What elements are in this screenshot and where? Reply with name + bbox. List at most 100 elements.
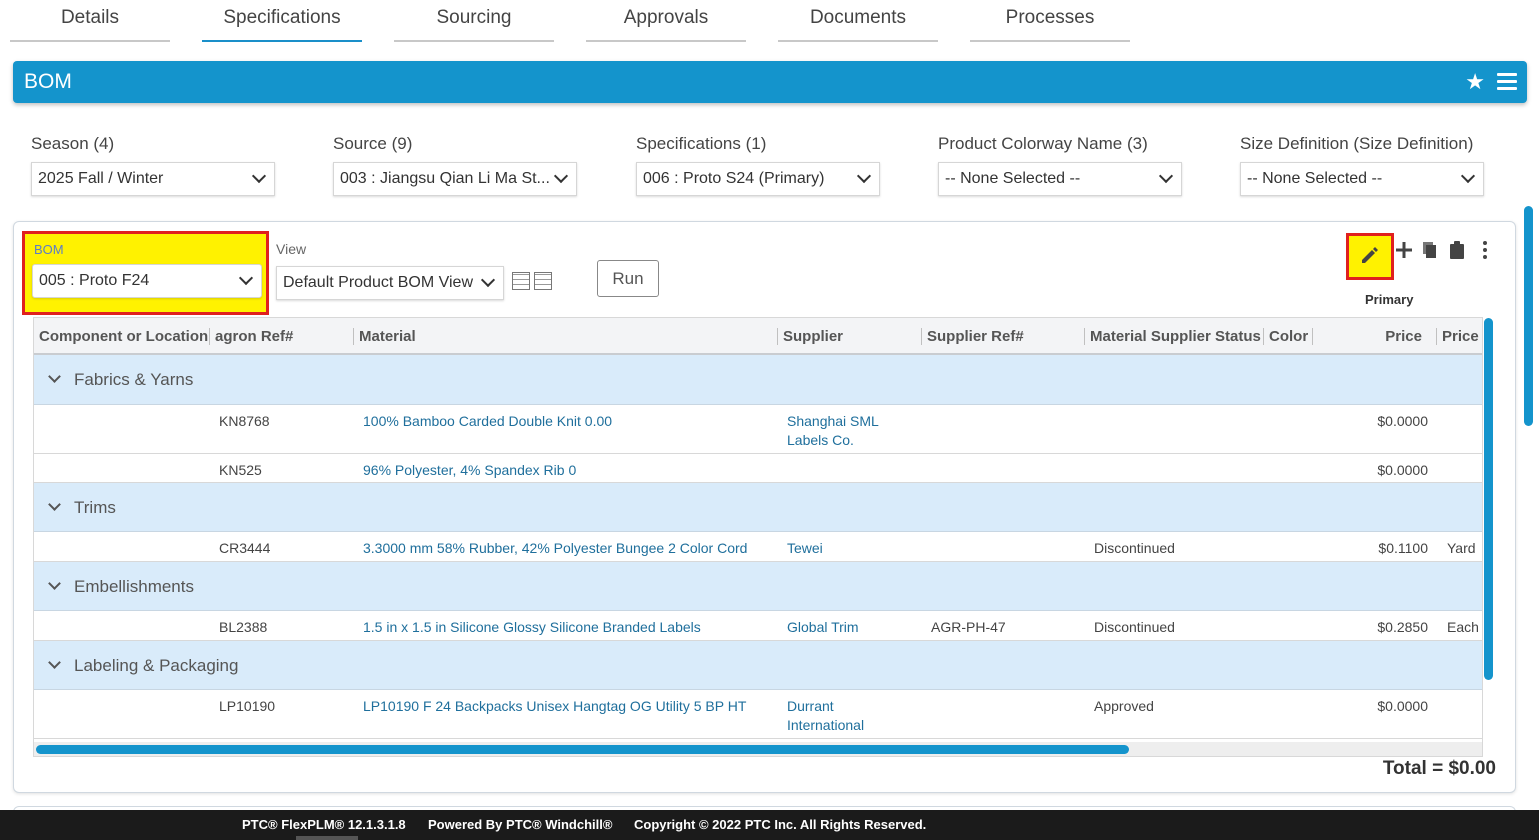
status-cell: Discontinued — [1094, 619, 1175, 635]
chevron-down-icon — [48, 498, 61, 511]
column-header[interactable]: Color — [1263, 328, 1308, 345]
view-value: Default Product BOM View — [283, 274, 474, 291]
supplier-line: Durrant — [787, 698, 834, 714]
material-link[interactable]: 96% Polyester, 4% Spandex Rib 0 — [363, 461, 576, 480]
price-cell: $0.0000 — [1377, 462, 1428, 478]
supplier-link[interactable]: Shanghai SML Labels Co. — [787, 412, 879, 450]
colorway-select[interactable]: -- None Selected -- — [938, 162, 1182, 196]
column-header[interactable]: Supplier — [777, 328, 843, 345]
more-options-icon[interactable] — [1475, 240, 1495, 260]
table-row[interactable]: KN525 96% Polyester, 4% Spandex Rib 0 $0… — [34, 454, 1482, 483]
edit-grid-icon[interactable] — [534, 272, 552, 290]
pencil-icon[interactable] — [1360, 245, 1380, 265]
copy-icon[interactable] — [1420, 240, 1440, 260]
bom-header-title: BOM — [24, 70, 72, 93]
group-header-trims[interactable]: Trims — [34, 483, 1482, 532]
ref-cell: LP10190 — [219, 698, 276, 714]
price-cell: $0.1100 — [1378, 540, 1428, 556]
table-row[interactable]: LP10190 LP10190 F 24 Backpacks Unisex Ha… — [34, 690, 1482, 739]
colorway-label: Product Colorway Name (3) — [938, 134, 1148, 153]
price-unit-cell: Each — [1447, 619, 1479, 635]
supplier-ref-cell: AGR-PH-47 — [931, 619, 1006, 635]
tab-bar: Details Specifications Sourcing Approval… — [10, 0, 1162, 42]
supplier-line: Labels Co. — [787, 432, 854, 448]
season-filter: Season (4) 2025 Fall / Winter — [31, 134, 275, 196]
size-definition-select[interactable]: -- None Selected -- — [1240, 162, 1484, 196]
vertical-scrollbar[interactable] — [1484, 318, 1493, 680]
run-button[interactable]: Run — [597, 260, 659, 297]
chevron-down-icon — [238, 270, 254, 286]
chevron-down-icon — [1158, 168, 1174, 184]
specifications-filter: Specifications (1) 006 : Proto S24 (Prim… — [636, 134, 880, 196]
total-label: Total = $0.00 — [1382, 758, 1496, 779]
group-label: Labeling & Packaging — [74, 656, 239, 675]
hamburger-menu-icon[interactable] — [1497, 73, 1517, 91]
colorway-filter: Product Colorway Name (3) -- None Select… — [938, 134, 1182, 196]
specifications-label: Specifications (1) — [636, 134, 767, 153]
ref-cell: KN8768 — [219, 413, 270, 429]
table-row[interactable]: CR3444 3.3000 mm 58% Rubber, 42% Polyest… — [34, 532, 1482, 562]
tab-details[interactable]: Details — [10, 0, 170, 42]
ref-cell: KN525 — [219, 462, 262, 478]
column-header[interactable]: Price — [1312, 328, 1426, 345]
price-cell: $0.0000 — [1377, 698, 1428, 714]
horizontal-scrollbar[interactable] — [34, 742, 1482, 756]
column-header[interactable]: Material Supplier Status — [1084, 328, 1261, 345]
tab-processes[interactable]: Processes — [970, 0, 1130, 42]
group-header-fabrics[interactable]: Fabrics & Yarns — [34, 355, 1482, 405]
supplier-link[interactable]: Durrant International — [787, 697, 864, 735]
size-definition-label: Size Definition (Size Definition) — [1240, 134, 1474, 153]
specifications-select[interactable]: 006 : Proto S24 (Primary) — [636, 162, 880, 196]
paste-icon[interactable] — [1447, 240, 1467, 260]
supplier-line: Shanghai SML — [787, 413, 879, 429]
footer-powered: Powered By PTC® Windchill® — [428, 817, 613, 832]
bom-table: Component or Location agron Ref# Materia… — [33, 317, 1483, 757]
source-select[interactable]: 003 : Jiangsu Qian Li Ma St... — [333, 162, 577, 196]
material-link[interactable]: 1.5 in x 1.5 in Silicone Glossy Silicone… — [363, 618, 701, 637]
chevron-down-icon — [251, 168, 267, 184]
supplier-link[interactable]: Global Trim — [787, 618, 859, 637]
star-icon[interactable]: ★ — [1465, 69, 1485, 95]
group-header-embellishments[interactable]: Embellishments — [34, 562, 1482, 611]
tab-approvals[interactable]: Approvals — [586, 0, 746, 42]
bom-value: 005 : Proto F24 — [39, 272, 150, 289]
size-definition-value: -- None Selected -- — [1247, 170, 1383, 187]
supplier-line: International — [787, 717, 865, 733]
material-link[interactable]: 100% Bamboo Carded Double Knit 0.00 — [363, 412, 612, 431]
chevron-down-icon — [48, 656, 61, 669]
add-icon[interactable] — [1394, 240, 1414, 260]
page-scrollbar[interactable] — [1524, 206, 1533, 426]
bom-header-bar: BOM ★ — [13, 61, 1527, 103]
column-header[interactable]: Component or Location — [39, 328, 208, 345]
table-row[interactable]: BL2388 1.5 in x 1.5 in Silicone Glossy S… — [34, 611, 1482, 641]
material-link[interactable]: 3.3000 mm 58% Rubber, 42% Polyester Bung… — [363, 539, 747, 558]
group-header-labeling[interactable]: Labeling & Packaging — [34, 641, 1482, 690]
chevron-down-icon — [480, 272, 496, 288]
view-select[interactable]: Default Product BOM View — [276, 266, 504, 300]
supplier-link[interactable]: Tewei — [787, 539, 823, 558]
season-label: Season (4) — [31, 134, 115, 153]
column-header[interactable]: Price U — [1436, 328, 1482, 345]
tab-sourcing[interactable]: Sourcing — [394, 0, 554, 42]
material-link[interactable]: LP10190 F 24 Backpacks Unisex Hangtag OG… — [363, 697, 746, 716]
price-cell: $0.0000 — [1377, 413, 1428, 429]
tab-specifications[interactable]: Specifications — [202, 0, 362, 42]
size-definition-filter: Size Definition (Size Definition) -- Non… — [1240, 134, 1484, 196]
season-select[interactable]: 2025 Fall / Winter — [31, 162, 275, 196]
chevron-down-icon — [856, 168, 872, 184]
table-row[interactable]: KN8768 100% Bamboo Carded Double Knit 0.… — [34, 405, 1482, 454]
status-cell: Approved — [1094, 698, 1154, 714]
footer-copyright: Copyright © 2022 PTC Inc. All Rights Res… — [634, 817, 927, 832]
bom-select[interactable]: 005 : Proto F24 — [32, 264, 262, 298]
column-header[interactable]: Supplier Ref# — [921, 328, 1024, 345]
add-grid-row-icon[interactable] — [512, 272, 530, 290]
table-header: Component or Location agron Ref# Materia… — [34, 318, 1482, 355]
scrollbar-thumb[interactable] — [36, 745, 1129, 754]
column-header[interactable]: agron Ref# — [209, 328, 293, 345]
bom-select-highlight: BOM 005 : Proto F24 — [22, 231, 269, 315]
source-filter: Source (9) 003 : Jiangsu Qian Li Ma St..… — [333, 134, 577, 196]
ref-cell: BL2388 — [219, 619, 268, 635]
view-label: View — [276, 241, 307, 257]
tab-documents[interactable]: Documents — [778, 0, 938, 42]
column-header[interactable]: Material — [353, 328, 416, 345]
